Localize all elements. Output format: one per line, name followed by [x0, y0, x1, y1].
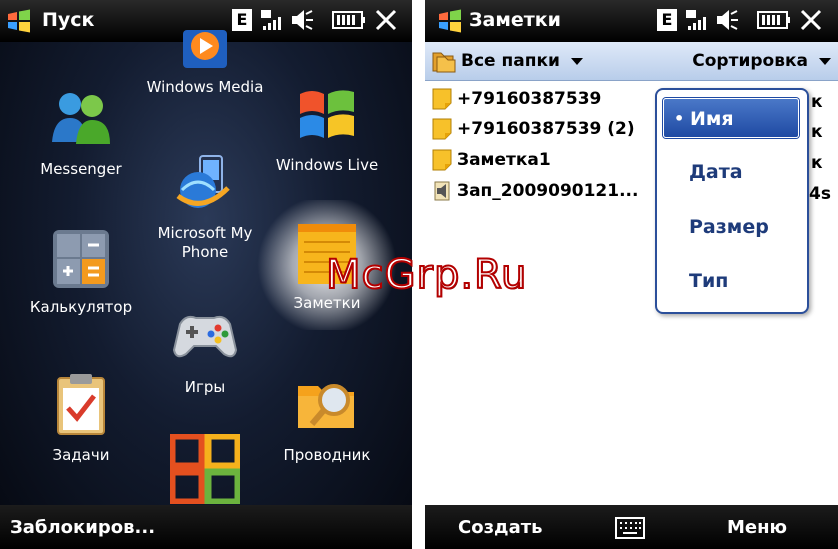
- softkey-menu[interactable]: Меню: [727, 517, 787, 538]
- tasks-icon: [48, 372, 114, 438]
- sort-option-label: Размер: [689, 216, 769, 238]
- tile-windows-live[interactable]: Windows Live: [262, 82, 392, 174]
- list-item[interactable]: +79160387539: [431, 84, 601, 114]
- chevron-down-icon: [570, 58, 583, 65]
- notes-softkey-bar: Создать Меню: [425, 505, 838, 549]
- tile-calculator-label: Калькулятор: [29, 298, 133, 316]
- tile-tasks-label: Задачи: [52, 446, 110, 464]
- tile-tasks[interactable]: Задачи: [16, 372, 146, 464]
- list-item[interactable]: Заметка1: [431, 145, 551, 175]
- voice-note-icon: [434, 181, 450, 201]
- tile-office[interactable]: [140, 432, 270, 512]
- softkey-create[interactable]: Создать: [458, 517, 543, 538]
- calculator-icon: [51, 228, 111, 290]
- selected-bullet: •: [674, 109, 685, 128]
- note-icon: [432, 118, 452, 140]
- sort-option-label: Имя: [690, 108, 734, 130]
- start-title: Пуск: [42, 9, 95, 31]
- status-icons[interactable]: E: [657, 6, 823, 34]
- list-item[interactable]: +79160387539 (2): [431, 114, 635, 144]
- folder-sort-bar: Все папки Сортировка: [425, 42, 838, 81]
- windows-live-icon: [294, 82, 360, 148]
- chevron-down-icon: [819, 58, 831, 65]
- tile-windows-live-label: Windows Live: [275, 156, 379, 174]
- notes-title: Заметки: [469, 9, 561, 31]
- note-name: +79160387539: [457, 89, 602, 109]
- softkey-lock[interactable]: Заблокиров...: [10, 517, 155, 538]
- sort-option-label: Дата: [689, 161, 743, 183]
- speaker-muted-icon: [717, 10, 738, 30]
- folder-dropdown-label: Все папки: [461, 51, 560, 71]
- windows-flag-icon[interactable]: [437, 9, 463, 33]
- windows-media-icon: [175, 30, 235, 70]
- note-size: к: [811, 92, 823, 112]
- sort-option-type[interactable]: Тип: [663, 261, 799, 301]
- close-icon[interactable]: [799, 8, 823, 32]
- sort-dropdown-label: Сортировка: [692, 51, 808, 71]
- keyboard-icon[interactable]: [615, 517, 645, 539]
- speaker-muted-icon: [292, 10, 313, 30]
- list-item[interactable]: Зап_2009090121...: [431, 176, 638, 206]
- note-size: 4s: [809, 184, 831, 204]
- tile-windows-media[interactable]: Windows Media: [140, 30, 270, 96]
- sort-popup-menu: • Имя Дата Размер Тип: [655, 88, 809, 314]
- tile-games[interactable]: Игры: [140, 304, 270, 396]
- battery-icon: [332, 11, 365, 29]
- folders-icon: [432, 52, 456, 73]
- tile-explorer[interactable]: Проводник: [262, 372, 392, 464]
- messenger-icon: [48, 86, 114, 152]
- note-icon: [432, 88, 452, 110]
- office-icon: [168, 432, 242, 506]
- signal-icon: [686, 10, 706, 30]
- tile-games-label: Игры: [184, 378, 226, 396]
- edge-network-icon: E: [232, 9, 252, 31]
- tile-messenger-label: Messenger: [40, 160, 122, 178]
- note-name: Зап_2009090121...: [457, 181, 639, 201]
- my-phone-icon: [172, 150, 238, 216]
- tile-microsoft-my-phone[interactable]: Microsoft My Phone: [140, 150, 270, 262]
- edge-network-icon: E: [657, 9, 677, 31]
- note-size: к: [811, 122, 823, 142]
- sort-option-date[interactable]: Дата: [663, 152, 799, 192]
- watermark: McGrp.Ru: [325, 251, 528, 299]
- sort-dropdown[interactable]: Сортировка: [692, 51, 832, 71]
- folder-search-icon: [294, 372, 360, 438]
- notes-title-bar: Заметки E: [425, 0, 838, 42]
- note-size: к: [811, 153, 823, 173]
- sort-option-label: Тип: [689, 270, 729, 292]
- close-icon[interactable]: [374, 8, 398, 32]
- battery-icon: [757, 11, 790, 29]
- note-icon: [432, 149, 452, 171]
- sort-option-size[interactable]: Размер: [663, 207, 799, 247]
- note-name: Заметка1: [457, 150, 551, 170]
- folder-dropdown[interactable]: Все папки: [431, 49, 584, 73]
- signal-icon: [261, 10, 281, 30]
- tile-calculator[interactable]: Калькулятор: [16, 228, 146, 316]
- gamepad-icon: [172, 304, 238, 370]
- tile-microsoft-my-phone-label: Microsoft My Phone: [157, 224, 253, 261]
- tile-windows-media-label: Windows Media: [146, 78, 264, 96]
- note-name: +79160387539 (2): [457, 119, 635, 139]
- sort-option-name[interactable]: • Имя: [663, 98, 799, 138]
- tile-messenger[interactable]: Messenger: [16, 86, 146, 178]
- start-softkey-bar: Заблокиров...: [0, 505, 412, 549]
- tile-explorer-label: Проводник: [283, 446, 371, 464]
- windows-flag-icon[interactable]: [6, 9, 32, 33]
